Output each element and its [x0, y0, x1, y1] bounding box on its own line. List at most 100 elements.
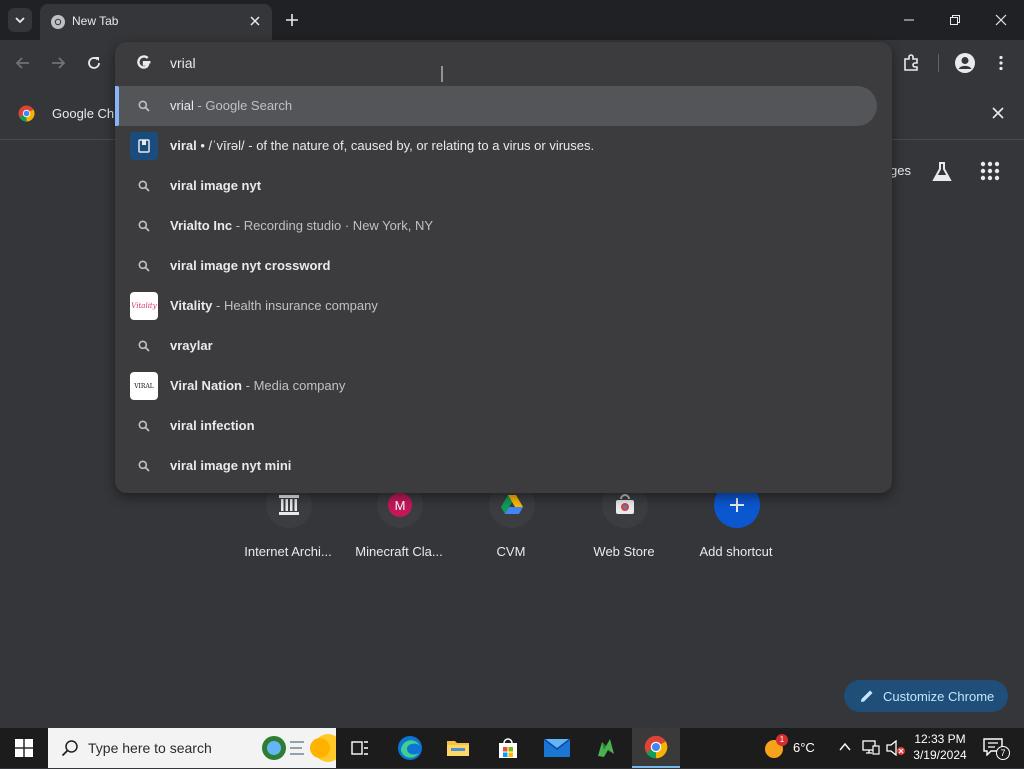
suggestion-item[interactable]: VIRAL Viral Nation - Media company	[115, 366, 892, 406]
arrow-right-icon	[52, 57, 66, 69]
plus-icon	[730, 498, 744, 512]
file-explorer-app[interactable]	[434, 728, 482, 768]
close-tab-button[interactable]	[246, 12, 264, 30]
new-tab-button[interactable]	[282, 10, 302, 30]
shortcut-label: Web Store	[593, 544, 655, 559]
edge-icon	[398, 736, 422, 760]
toolbar-divider	[938, 54, 939, 72]
task-view-button[interactable]	[336, 728, 384, 768]
shortcut-minecraft[interactable]: M Minecraft Cla...	[349, 482, 449, 572]
mail-app[interactable]	[533, 728, 581, 768]
clock[interactable]: 12:33 PM 3/19/2024	[908, 731, 972, 765]
customize-chrome-button[interactable]: Customize Chrome	[844, 680, 1008, 712]
chrome-app[interactable]	[632, 728, 680, 768]
extensions-button[interactable]	[898, 50, 924, 76]
search-icon	[136, 218, 152, 234]
tab-search-button[interactable]	[8, 8, 32, 32]
google-g-icon	[137, 55, 151, 69]
menu-button[interactable]	[988, 50, 1014, 76]
dragon-icon	[598, 739, 614, 757]
customize-label: Customize Chrome	[883, 688, 995, 704]
suggestion-item[interactable]: viral • /ˈvīrəl/ - of the nature of, cau…	[115, 126, 892, 166]
shortcut-label: Internet Archi...	[244, 544, 332, 559]
apps-button[interactable]	[980, 161, 1002, 183]
suggestion-item[interactable]: vraylar	[115, 326, 892, 366]
chevron-up-icon	[839, 742, 851, 751]
back-button[interactable]	[10, 50, 36, 76]
suggestion-item[interactable]: vrial - Google Search	[115, 86, 877, 126]
weather-temperature: 6°C	[793, 740, 815, 755]
shortcut-cvm[interactable]: CVM	[461, 482, 561, 572]
images-link[interactable]: ges	[890, 163, 911, 178]
puzzle-icon	[904, 54, 918, 71]
plus-icon	[286, 14, 298, 26]
close-info-bar-button[interactable]	[988, 103, 1008, 123]
search-highlight-image	[260, 732, 342, 764]
search-icon	[136, 458, 152, 474]
store-app[interactable]	[484, 728, 532, 768]
apps-grid-icon	[980, 161, 1000, 181]
notification-center-button[interactable]: 7	[980, 736, 1010, 760]
search-icon	[136, 98, 152, 114]
clock-time: 12:33 PM	[914, 732, 966, 746]
drive-icon	[501, 495, 523, 514]
suggestion-item[interactable]: Vrialto Inc - Recording studio · New Yor…	[115, 206, 892, 246]
suggestion-text: vrial - Google Search	[170, 98, 293, 113]
tab-new-tab[interactable]: New Tab	[40, 4, 272, 40]
clock-date: 3/19/2024	[913, 748, 967, 762]
chrome-logo-icon	[18, 105, 35, 122]
webstore-icon	[616, 494, 634, 514]
flask-icon	[932, 162, 952, 181]
weather-widget[interactable]: 1 6°C	[760, 734, 820, 762]
search-icon	[136, 178, 152, 194]
suggestion-item[interactable]: viral image nyt	[115, 166, 892, 206]
search-icon	[136, 338, 152, 354]
reload-button[interactable]	[81, 50, 107, 76]
network-icon	[862, 740, 880, 755]
suggestion-text: viral image nyt crossword	[170, 258, 331, 273]
network-tray-button[interactable]	[862, 740, 880, 756]
shortcut-web-store[interactable]: Web Store	[574, 482, 674, 572]
tray-overflow-button[interactable]	[838, 740, 854, 756]
minimize-button[interactable]	[886, 0, 932, 40]
game-app[interactable]	[582, 728, 630, 768]
restore-button[interactable]	[932, 0, 978, 40]
address-bar[interactable]: vrial	[115, 42, 892, 84]
profile-button[interactable]	[952, 50, 978, 76]
arrow-left-icon	[15, 57, 29, 69]
letter-m-icon: M	[388, 493, 412, 517]
suggestion-item[interactable]: viral infection	[115, 406, 892, 446]
taskbar-search-box[interactable]: Type here to search	[48, 728, 342, 768]
minimize-icon	[904, 19, 914, 21]
labs-button[interactable]	[930, 160, 954, 184]
text-cursor-icon	[441, 66, 443, 82]
info-bar-text: Google Ch	[52, 106, 115, 121]
suggestion-item[interactable]: viral image nyt mini	[115, 446, 892, 486]
address-input[interactable]: vrial	[170, 55, 196, 71]
suggestion-text: Viral Nation - Media company	[170, 378, 346, 393]
taskbar-search-placeholder: Type here to search	[88, 740, 212, 756]
volume-tray-button[interactable]	[886, 739, 906, 757]
shortcut-add[interactable]: Add shortcut	[686, 482, 786, 572]
weather-badge: 1	[776, 734, 788, 746]
forward-button[interactable]	[45, 50, 71, 76]
search-icon	[136, 418, 152, 434]
suggestion-text: viral • /ˈvīrəl/ - of the nature of, cau…	[170, 138, 595, 153]
notification-count: 7	[996, 746, 1010, 760]
archive-icon	[279, 495, 299, 515]
search-icon	[136, 258, 152, 274]
tab-strip: New Tab	[0, 0, 1024, 40]
chrome-icon	[51, 15, 65, 29]
close-icon	[995, 14, 1007, 26]
avatar-icon	[955, 53, 975, 73]
close-window-button[interactable]	[978, 0, 1024, 40]
kebab-menu-icon	[999, 55, 1003, 71]
chrome-icon	[644, 735, 668, 759]
suggestion-text: viral image nyt mini	[170, 458, 292, 473]
edge-app[interactable]	[386, 728, 434, 768]
suggestion-item[interactable]: viral image nyt crossword	[115, 246, 892, 286]
shortcut-label: Minecraft Cla...	[355, 544, 443, 559]
start-button[interactable]	[0, 728, 48, 768]
shortcut-internet-archive[interactable]: Internet Archi...	[238, 482, 338, 572]
suggestion-item[interactable]: Vitality Vitality - Health insurance com…	[115, 286, 892, 326]
